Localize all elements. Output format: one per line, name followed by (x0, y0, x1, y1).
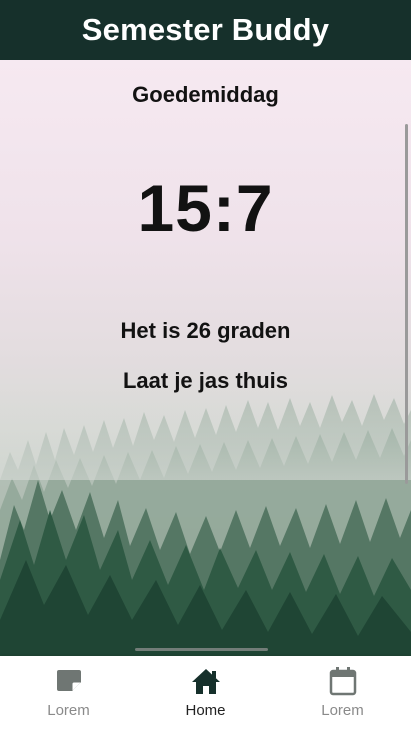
nav-label-home: Home (185, 702, 226, 719)
nav-label-lorem-2: Lorem (321, 702, 364, 719)
greeting-text: Goedemiddag (132, 82, 279, 107)
bottom-navigation: Lorem Home Lorem (0, 656, 411, 731)
home-indicator-bar (135, 648, 268, 651)
forest-background-image (0, 390, 411, 656)
clock-time: 15:7 (137, 171, 274, 245)
nav-item-home[interactable]: Home (137, 656, 274, 731)
nav-item-lorem-1[interactable]: Lorem (0, 656, 137, 731)
app-screen: Semester Buddy Goedemiddag 15:7 Het is 2… (0, 0, 411, 731)
note-icon (56, 670, 81, 691)
nav-label-lorem-1: Lorem (47, 702, 90, 719)
calendar-icon (329, 667, 356, 696)
temperature-text: Het is 26 graden (120, 318, 291, 343)
home-content[interactable]: Goedemiddag 15:7 Het is 26 graden Laat j… (0, 60, 411, 656)
nav-item-lorem-2[interactable]: Lorem (274, 656, 411, 731)
app-header: Semester Buddy (0, 0, 411, 60)
home-icon (191, 669, 220, 694)
app-title: Semester Buddy (81, 12, 330, 47)
weather-advice-text: Laat je jas thuis (122, 368, 289, 393)
